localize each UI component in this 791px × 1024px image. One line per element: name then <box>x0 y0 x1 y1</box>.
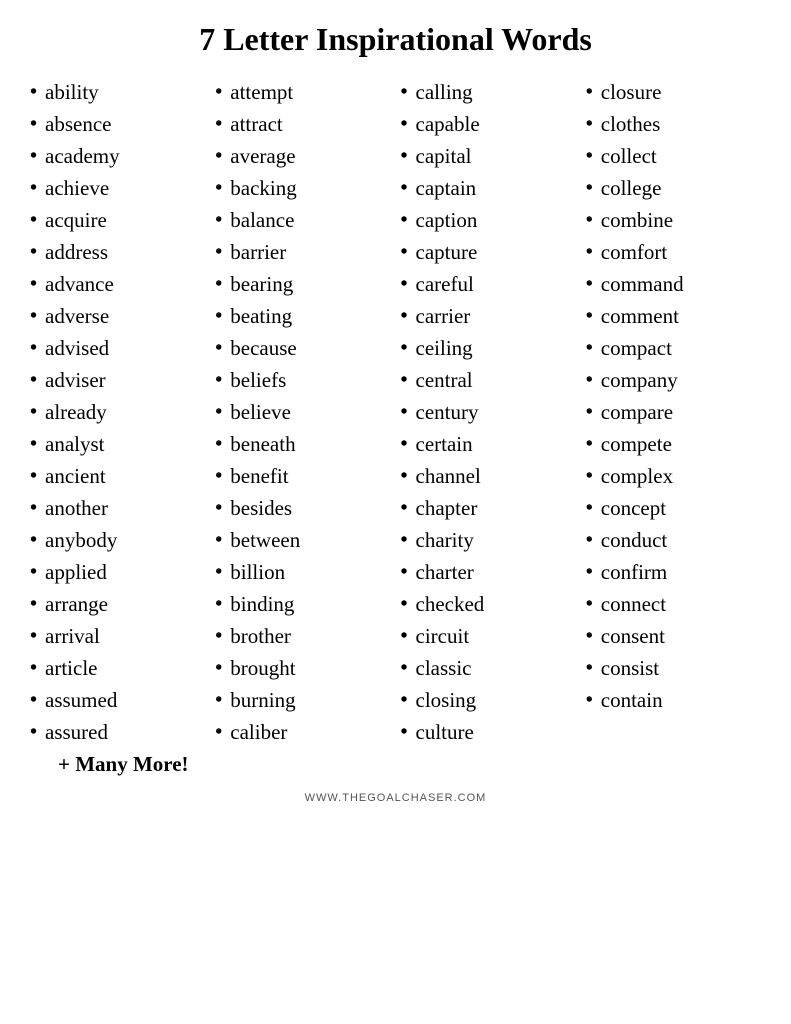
list-item: attract <box>215 108 390 140</box>
list-item: because <box>215 332 390 364</box>
list-item: balance <box>215 204 390 236</box>
list-item: academy <box>30 140 205 172</box>
list-item: consent <box>586 620 761 652</box>
list-item: acquire <box>30 204 205 236</box>
word-column-4: closureclothescollectcollegecombinecomfo… <box>586 76 761 748</box>
list-item: believe <box>215 396 390 428</box>
list-item: article <box>30 652 205 684</box>
list-item: circuit <box>401 620 576 652</box>
list-item: anybody <box>30 524 205 556</box>
list-item: carrier <box>401 300 576 332</box>
list-item: checked <box>401 588 576 620</box>
list-item: ceiling <box>401 332 576 364</box>
word-column-2: attemptattractaveragebackingbalancebarri… <box>215 76 390 748</box>
list-item: connect <box>586 588 761 620</box>
list-item: consist <box>586 652 761 684</box>
list-item: confirm <box>586 556 761 588</box>
list-item: conduct <box>586 524 761 556</box>
list-item: certain <box>401 428 576 460</box>
list-item: arrival <box>30 620 205 652</box>
list-item: calling <box>401 76 576 108</box>
list-item: combine <box>586 204 761 236</box>
list-item: applied <box>30 556 205 588</box>
list-item: contain <box>586 684 761 716</box>
list-item: compact <box>586 332 761 364</box>
list-item: beliefs <box>215 364 390 396</box>
list-item: analyst <box>30 428 205 460</box>
list-item: capture <box>401 236 576 268</box>
list-item: brought <box>215 652 390 684</box>
list-item: closure <box>586 76 761 108</box>
list-item: achieve <box>30 172 205 204</box>
list-item: central <box>401 364 576 396</box>
list-item: compare <box>586 396 761 428</box>
list-item: channel <box>401 460 576 492</box>
list-item: captain <box>401 172 576 204</box>
list-item: assured <box>30 716 205 748</box>
list-item: ability <box>30 76 205 108</box>
list-item: capital <box>401 140 576 172</box>
list-item: concept <box>586 492 761 524</box>
list-item: barrier <box>215 236 390 268</box>
list-item: compete <box>586 428 761 460</box>
list-item: advised <box>30 332 205 364</box>
list-item: company <box>586 364 761 396</box>
list-item: binding <box>215 588 390 620</box>
list-item: already <box>30 396 205 428</box>
list-item: besides <box>215 492 390 524</box>
list-item: capable <box>401 108 576 140</box>
list-item: between <box>215 524 390 556</box>
list-item: burning <box>215 684 390 716</box>
list-item: careful <box>401 268 576 300</box>
list-item: beating <box>215 300 390 332</box>
list-item: complex <box>586 460 761 492</box>
list-item: advance <box>30 268 205 300</box>
list-item: chapter <box>401 492 576 524</box>
list-item: attempt <box>215 76 390 108</box>
list-item: brother <box>215 620 390 652</box>
list-item: absence <box>30 108 205 140</box>
footer-url: WWW.THEGOALCHASER.COM <box>305 792 487 804</box>
list-item: assumed <box>30 684 205 716</box>
list-item: college <box>586 172 761 204</box>
word-column-3: callingcapablecapitalcaptaincaptioncaptu… <box>401 76 576 748</box>
list-item: caliber <box>215 716 390 748</box>
list-item: arrange <box>30 588 205 620</box>
page-title: 7 Letter Inspirational Words <box>199 20 592 58</box>
list-item: backing <box>215 172 390 204</box>
more-label: + Many More! <box>30 748 205 780</box>
list-item: adviser <box>30 364 205 396</box>
list-item: average <box>215 140 390 172</box>
list-item: collect <box>586 140 761 172</box>
list-item: billion <box>215 556 390 588</box>
list-item: charity <box>401 524 576 556</box>
list-item: century <box>401 396 576 428</box>
list-item: bearing <box>215 268 390 300</box>
list-item: ancient <box>30 460 205 492</box>
list-item: another <box>30 492 205 524</box>
list-item: classic <box>401 652 576 684</box>
list-item: comfort <box>586 236 761 268</box>
list-item: charter <box>401 556 576 588</box>
list-item: adverse <box>30 300 205 332</box>
list-item: culture <box>401 716 576 748</box>
list-item: address <box>30 236 205 268</box>
list-item: benefit <box>215 460 390 492</box>
list-item: command <box>586 268 761 300</box>
word-grid: abilityabsenceacademyachieveacquireaddre… <box>30 76 761 780</box>
list-item: comment <box>586 300 761 332</box>
word-column-1: abilityabsenceacademyachieveacquireaddre… <box>30 76 205 748</box>
list-item: caption <box>401 204 576 236</box>
list-item: clothes <box>586 108 761 140</box>
list-item: closing <box>401 684 576 716</box>
list-item: beneath <box>215 428 390 460</box>
